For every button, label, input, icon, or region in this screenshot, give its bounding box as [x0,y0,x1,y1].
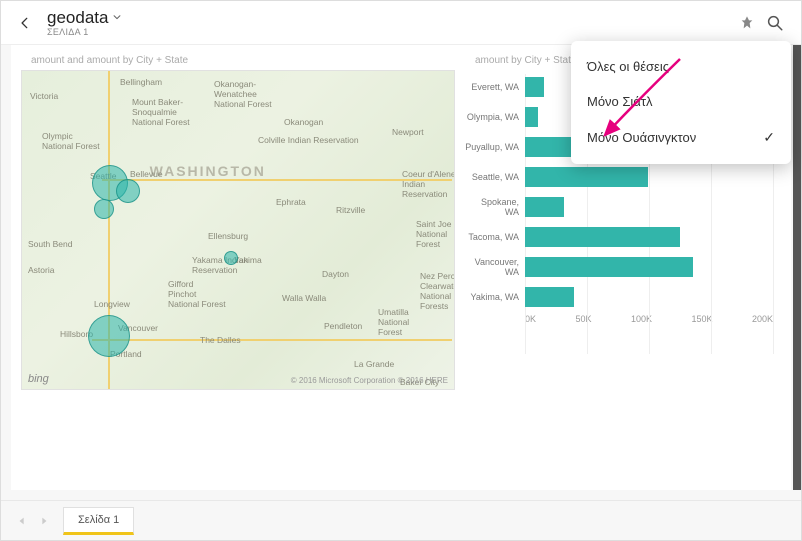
prev-page-button[interactable] [11,510,33,532]
triangle-left-icon [17,516,27,526]
map-canvas[interactable]: WASHINGTON Bellingham Victoria Mount Bak… [21,70,455,390]
map-state-label: WASHINGTON [150,163,266,179]
chevron-down-icon[interactable] [112,9,122,27]
bar[interactable] [525,167,648,187]
popup-item-label: Όλες οι θέσεις [587,59,669,74]
map-bubble[interactable] [88,315,130,357]
bar[interactable] [525,257,693,277]
pin-icon [739,15,755,31]
bar-label: Tacoma, WA [465,232,525,242]
bar-label: Olympia, WA [465,112,525,122]
back-button[interactable] [13,11,37,35]
bar[interactable] [525,77,544,97]
next-page-button[interactable] [33,510,55,532]
bar-row[interactable]: Yakima, WA [465,284,783,310]
header-bar: geodata ΣΕΛΙΔΑ 1 [1,1,801,45]
bar-row[interactable]: Spokane, WA [465,194,783,220]
bar-label: Puyallup, WA [465,142,525,152]
bar[interactable] [525,197,564,217]
bar-label: Everett, WA [465,82,525,92]
page-footer: Σελίδα 1 [1,500,801,540]
triangle-right-icon [39,516,49,526]
bar[interactable] [525,287,574,307]
check-icon: ✓ [763,129,775,146]
popup-item-seattle-only[interactable]: Μόνο Σιάτλ [571,84,791,119]
map-bubble[interactable] [94,199,114,219]
bar-label: Yakima, WA [465,292,525,302]
popup-item-washington-only[interactable]: Μόνο Ουάσινγκτον ✓ [571,119,791,156]
scrollbar[interactable] [793,45,801,490]
chevron-left-icon [18,16,32,30]
bar-label: Spokane, WA [465,197,525,217]
bar-row[interactable]: Seattle, WA [465,164,783,190]
page-subtitle: ΣΕΛΙΔΑ 1 [47,27,122,37]
x-axis: 0K 50K 100K 150K 200K [525,314,783,324]
bar-label: Seattle, WA [465,172,525,182]
bing-logo: bing [28,373,49,385]
search-icon [766,14,784,32]
bar[interactable] [525,227,680,247]
map-bubble[interactable] [116,179,140,203]
pin-button[interactable] [733,9,761,37]
bar-label: Vancouver, WA [465,257,525,277]
page-tab[interactable]: Σελίδα 1 [63,507,134,535]
map-title: amount and amount by City + State [21,47,455,70]
map-visual[interactable]: amount and amount by City + State WASHIN… [11,45,461,466]
map-copyright: © 2016 Microsoft Corporation © 2016 HERE [291,376,448,385]
popup-item-label: Μόνο Σιάτλ [587,94,652,109]
bar[interactable] [525,107,538,127]
popup-item-all-locations[interactable]: Όλες οι θέσεις [571,49,791,84]
title-block: geodata ΣΕΛΙΔΑ 1 [47,8,122,37]
bar-row[interactable]: Tacoma, WA [465,224,783,250]
map-bubble[interactable] [224,251,238,265]
popup-item-label: Μόνο Ουάσινγκτον [587,130,696,145]
search-button[interactable] [761,9,789,37]
bar-row[interactable]: Vancouver, WA [465,254,783,280]
app-root: geodata ΣΕΛΙΔΑ 1 Όλες οι θέσεις Μόνο Σιά… [0,0,802,541]
geo-filter-popup: Όλες οι θέσεις Μόνο Σιάτλ Μόνο Ουάσινγκτ… [571,41,791,164]
report-title[interactable]: geodata [47,8,108,28]
